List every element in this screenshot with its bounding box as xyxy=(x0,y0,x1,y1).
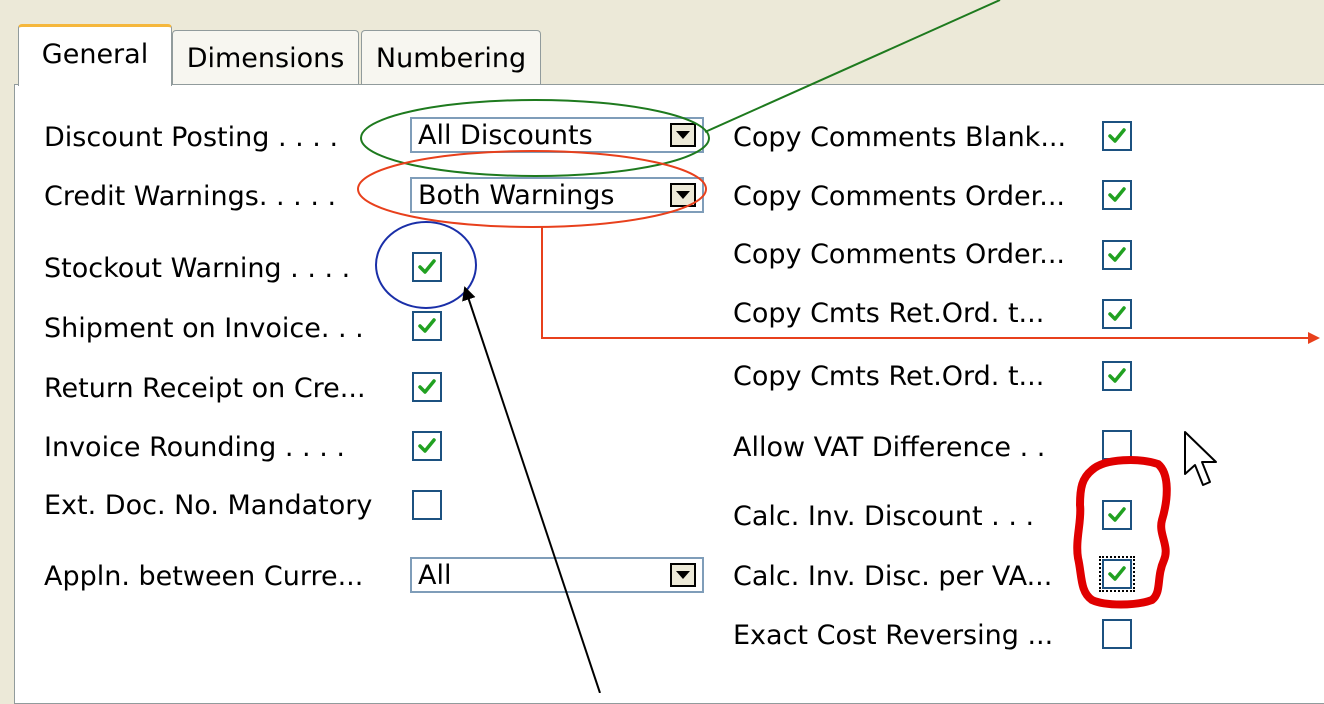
checkmark-icon xyxy=(1108,507,1126,522)
discount-posting-select[interactable]: All Discounts xyxy=(410,117,704,153)
ext-doc-no-mandatory-label: Ext. Doc. No. Mandatory xyxy=(44,490,373,521)
allow-vat-difference-label: Allow VAT Difference . . xyxy=(733,432,1046,463)
copy-cmts-ret-ord-label: Copy Cmts Ret.Ord. t... xyxy=(733,361,1045,392)
checkmark-icon xyxy=(418,259,436,274)
allow-vat-difference-checkbox[interactable] xyxy=(1102,430,1132,460)
checkmark-icon xyxy=(418,379,436,394)
copy-cmts-ret-ord-label: Copy Cmts Ret.Ord. t... xyxy=(733,298,1045,329)
tab-general[interactable]: General xyxy=(18,24,172,86)
stockout-warning-label: Stockout Warning . . . . xyxy=(44,253,351,284)
checkmark-icon xyxy=(1108,566,1126,581)
checkmark-icon xyxy=(1108,306,1126,321)
checkmark-icon xyxy=(1108,368,1126,383)
credit-warnings-label: Credit Warnings. . . . . xyxy=(44,181,337,212)
calc-inv-disc-per-vat-label: Calc. Inv. Disc. per VA... xyxy=(733,561,1053,592)
stockout-warning-checkbox[interactable] xyxy=(412,252,442,282)
copy-cmts-ret-ord-checkbox[interactable] xyxy=(1102,361,1132,391)
return-receipt-checkbox[interactable] xyxy=(412,372,442,402)
tab-numbering[interactable]: Numbering xyxy=(361,30,541,85)
invoice-rounding-checkbox[interactable] xyxy=(412,431,442,461)
checkmark-icon xyxy=(1108,128,1126,143)
copy-comments-order-checkbox[interactable] xyxy=(1102,240,1132,270)
copy-comments-blank-label: Copy Comments Blank... xyxy=(733,122,1067,153)
exact-cost-reversing-checkbox[interactable] xyxy=(1102,619,1132,649)
dropdown-arrow-icon[interactable] xyxy=(670,123,696,147)
discount-posting-value: All Discounts xyxy=(418,120,593,151)
calc-inv-disc-per-vat-checkbox[interactable] xyxy=(1099,556,1135,592)
tab-dimensions[interactable]: Dimensions xyxy=(172,30,359,85)
dropdown-arrow-icon[interactable] xyxy=(670,563,696,587)
copy-cmts-ret-ord-checkbox[interactable] xyxy=(1102,299,1132,329)
shipment-on-invoice-label: Shipment on Invoice. . . xyxy=(44,313,364,344)
checkmark-icon xyxy=(1108,247,1126,262)
appln-between-currencies-value: All xyxy=(418,560,452,591)
copy-comments-blank-checkbox[interactable] xyxy=(1102,121,1132,151)
credit-warnings-value: Both Warnings xyxy=(418,180,615,211)
appln-between-currencies-select[interactable]: All xyxy=(410,557,704,593)
shipment-on-invoice-checkbox[interactable] xyxy=(412,311,442,341)
discount-posting-label: Discount Posting . . . . xyxy=(44,122,339,153)
calc-inv-discount-label: Calc. Inv. Discount . . . xyxy=(733,501,1035,532)
invoice-rounding-label: Invoice Rounding . . . . xyxy=(44,432,345,463)
appln-between-currencies-label: Appln. between Curre... xyxy=(44,561,364,592)
checkmark-icon xyxy=(1108,187,1126,202)
dropdown-arrow-icon[interactable] xyxy=(670,183,696,207)
copy-comments-order-label: Copy Comments Order... xyxy=(733,239,1066,270)
copy-comments-order-checkbox[interactable] xyxy=(1102,180,1132,210)
return-receipt-label: Return Receipt on Cre... xyxy=(44,373,366,404)
checkmark-icon xyxy=(418,318,436,333)
calc-inv-discount-checkbox[interactable] xyxy=(1102,500,1132,530)
ext-doc-no-mandatory-checkbox[interactable] xyxy=(412,490,442,520)
credit-warnings-select[interactable]: Both Warnings xyxy=(410,177,704,213)
exact-cost-reversing-label: Exact Cost Reversing ... xyxy=(733,620,1054,651)
copy-comments-order-label: Copy Comments Order... xyxy=(733,181,1066,212)
checkmark-icon xyxy=(418,438,436,453)
